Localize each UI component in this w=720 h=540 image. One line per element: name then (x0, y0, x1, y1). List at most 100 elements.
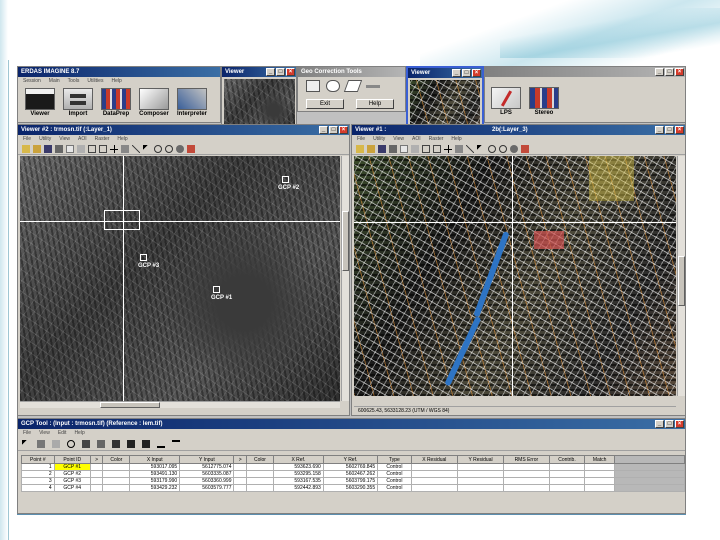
minimize-icon[interactable]: _ (452, 69, 461, 77)
viewer2-menu-help[interactable]: Help (451, 135, 461, 144)
cell-y-ref[interactable]: 5603290.355 (322, 484, 379, 492)
cell-y-input[interactable]: 5603360.999 (179, 477, 235, 485)
cell-x-input[interactable]: 593179.990 (129, 477, 181, 485)
viewer2-menu-aoi[interactable]: AOI (412, 135, 421, 144)
viewer1-image[interactable]: GCP #2 GCP #3 GCP #1 (20, 156, 340, 401)
z-icon[interactable] (172, 440, 180, 448)
viewer1-menu-file[interactable]: File (23, 135, 31, 144)
gcp-menu-view[interactable]: View (39, 429, 50, 438)
cell-marker[interactable] (233, 470, 248, 478)
maximize-icon[interactable]: □ (462, 69, 471, 77)
zoom-in-icon[interactable] (488, 145, 496, 153)
cell-y-residual[interactable] (456, 477, 505, 485)
viewer2-titlebar[interactable]: Viewer #1 : 2b(:Layer_3) _ □ × (352, 125, 685, 135)
maximize-icon[interactable]: □ (665, 126, 674, 134)
maximize-icon[interactable]: □ (276, 68, 285, 76)
zoom-out-icon[interactable] (499, 145, 507, 153)
gcp-menu-edit[interactable]: Edit (58, 429, 67, 438)
graph-icon[interactable] (132, 145, 140, 153)
cell-color[interactable] (102, 484, 131, 492)
cell-x-residual[interactable] (410, 470, 458, 478)
col-rms-error[interactable]: RMS Error (503, 455, 550, 464)
cell-type[interactable]: Control (377, 484, 412, 492)
col-match[interactable]: Match (584, 455, 615, 464)
menu-utilities[interactable]: Utilities (87, 77, 103, 86)
pointer-icon[interactable] (143, 145, 151, 153)
cell-match[interactable] (584, 484, 615, 492)
cell-marker[interactable] (89, 470, 104, 478)
crosshair-vertical[interactable] (123, 156, 124, 401)
cell-x-residual[interactable] (410, 484, 458, 492)
viewer1-menu-help[interactable]: Help (117, 135, 127, 144)
viewer1-vscroll-thumb[interactable] (342, 211, 349, 271)
cell-marker[interactable] (233, 463, 248, 471)
cell-marker[interactable] (89, 477, 104, 485)
crosshair-horizontal[interactable] (20, 221, 340, 222)
cell-x-input[interactable]: 593429.232 (129, 484, 181, 492)
thumb-viewer-right-titlebar[interactable]: Viewer _ □ × (408, 68, 482, 78)
gcp-drive-icon[interactable] (82, 440, 90, 448)
close-icon[interactable]: × (472, 69, 481, 77)
table-row[interactable]: 1 GCP #1 593017.095 5612775.074 593623.6… (21, 463, 685, 471)
cell-point-num[interactable]: 4 (21, 484, 55, 492)
pointer-icon[interactable] (477, 145, 485, 153)
viewer1-titlebar[interactable]: Viewer #2 : trmosn.tif (:Layer_1) _ □ × (18, 125, 349, 135)
cell-point-num[interactable]: 3 (21, 477, 55, 485)
cell-y-residual[interactable] (456, 484, 505, 492)
info-icon[interactable] (66, 145, 74, 153)
save-icon[interactable] (378, 145, 386, 153)
cell-x-ref[interactable]: 593167.535 (272, 477, 324, 485)
cell-color[interactable] (246, 463, 274, 471)
col-y-ref[interactable]: Y Ref. (322, 455, 379, 464)
viewer1-menu-raster[interactable]: Raster (95, 135, 110, 144)
cell-match[interactable] (584, 470, 615, 478)
pan-icon[interactable] (510, 145, 518, 153)
close-icon[interactable]: × (675, 126, 684, 134)
thumb-viewer-left-titlebar[interactable]: Viewer _ □ × (222, 67, 296, 77)
link-box[interactable] (104, 210, 140, 230)
roam-icon[interactable] (521, 145, 529, 153)
info-icon[interactable] (400, 145, 408, 153)
table-row[interactable]: 2 GCP #2 593491.130 5603335.087 593295.1… (21, 470, 685, 478)
select-icon[interactable] (22, 440, 30, 448)
grid-icon[interactable] (343, 80, 363, 92)
cell-color[interactable] (102, 477, 131, 485)
col-ref-color[interactable]: Color (246, 455, 274, 464)
col-ref-marker[interactable]: > (233, 455, 248, 464)
create-gcp-icon[interactable] (67, 440, 75, 448)
minimize-icon[interactable]: _ (655, 126, 664, 134)
composer-button[interactable]: Composer (137, 88, 171, 117)
cell-marker[interactable] (233, 484, 248, 492)
crosshair-icon[interactable] (444, 145, 452, 153)
menu-session[interactable]: Session (23, 77, 41, 86)
minimize-icon[interactable]: _ (319, 126, 328, 134)
help-button[interactable]: Help (356, 99, 394, 109)
cell-type[interactable]: Control (377, 470, 412, 478)
col-point-num[interactable]: Point # (21, 455, 55, 464)
cell-y-input[interactable]: 5603335.087 (179, 470, 235, 478)
save-icon[interactable] (44, 145, 52, 153)
measure-icon[interactable] (77, 145, 85, 153)
menu-tools[interactable]: Tools (68, 77, 80, 86)
close-icon[interactable]: × (675, 420, 684, 428)
minimize-icon[interactable]: _ (655, 68, 664, 76)
crosshair-vertical[interactable] (512, 156, 513, 396)
viewer2-vscroll-thumb[interactable] (678, 256, 685, 306)
cell-point-num[interactable]: 2 (21, 470, 55, 478)
col-x-residual[interactable]: X Residual (410, 455, 458, 464)
fx-icon[interactable] (52, 440, 60, 448)
main-window-titlebar-right[interactable]: _ □ × (485, 67, 685, 77)
cell-rms-error[interactable] (503, 477, 550, 485)
main-window-titlebar[interactable]: ERDAS IMAGINE 8.7 (18, 67, 220, 77)
arrow-up-icon[interactable] (127, 440, 135, 448)
cell-point-id[interactable]: GCP #3 (53, 477, 91, 485)
inquire-icon[interactable] (121, 145, 129, 153)
viewer1-menu-utility[interactable]: Utility (39, 135, 51, 144)
cell-point-id[interactable]: GCP #1 (53, 463, 91, 471)
open-icon[interactable] (356, 145, 364, 153)
print-icon[interactable] (55, 145, 63, 153)
window-icon[interactable] (422, 145, 430, 153)
col-y-input[interactable]: Y Input (179, 455, 235, 464)
maximize-icon[interactable]: □ (665, 420, 674, 428)
cell-rms-error[interactable] (503, 470, 550, 478)
